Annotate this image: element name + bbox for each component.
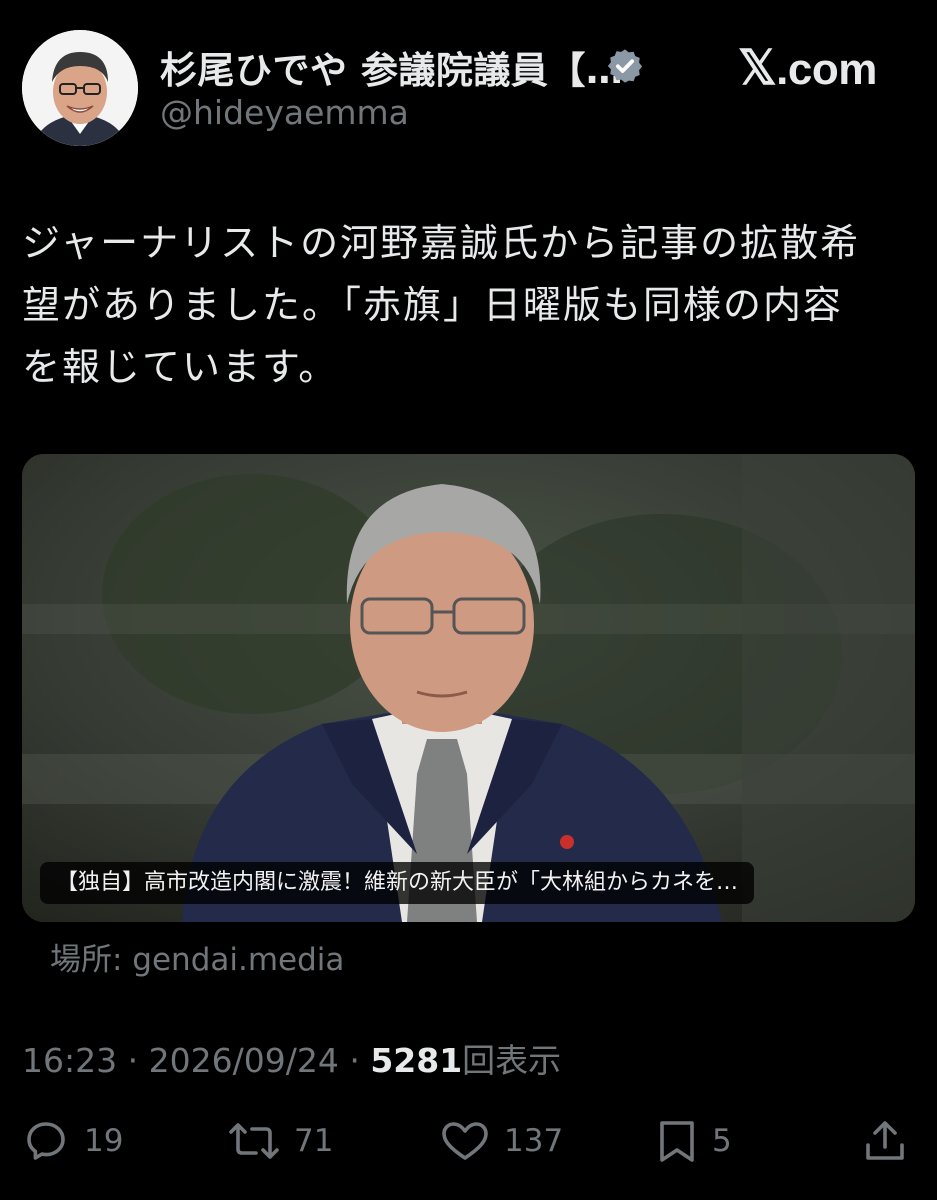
card-title[interactable]: 【独自】高市改造内閣に激震！維新の新大臣が「大林組からカネを… (40, 862, 755, 904)
bookmark-count: 5 (712, 1123, 732, 1159)
user-handle[interactable]: @hideyaemma (160, 93, 409, 132)
card-photo (22, 454, 915, 922)
display-name[interactable]: 杉尾ひでや 参議院議員【… (160, 40, 623, 94)
tweet-text: ジャーナリストの河野嘉誠氏から記事の拡散希 望がありました。「赤旗」日曜版も同様… (22, 212, 912, 398)
tweet-meta: 16:23 · 2026/09/24 · 5281回表示 (22, 1034, 561, 1082)
card-source[interactable]: 場所: gendai.media (50, 934, 344, 979)
tweet-time[interactable]: 16:23 (22, 1041, 117, 1080)
tweet-text-line: ジャーナリストの河野嘉誠氏から記事の拡散希 (22, 221, 861, 265)
views-label: 回表示 (462, 1041, 562, 1080)
reply-count: 19 (84, 1123, 124, 1159)
like-count: 137 (504, 1123, 564, 1159)
repost-count: 71 (294, 1123, 334, 1159)
reply-button[interactable]: 19 (22, 1116, 123, 1166)
link-card[interactable] (22, 454, 915, 922)
share-icon (866, 1121, 904, 1160)
meta-separator: · (127, 1041, 139, 1080)
tweet-text-line: 望がありました。「赤旗」日曜版も同様の内容 (22, 283, 844, 327)
reply-icon (27, 1122, 65, 1160)
tweet-screenshot: 杉尾ひでや 参議院議員【… @hideyaemma 𝕏.com ジャーナリストの… (0, 0, 937, 1200)
views-count: 5281 (370, 1041, 463, 1080)
tweet-date[interactable]: 2026/09/24 (149, 1041, 339, 1080)
tweet-text-line: を報じています。 (22, 345, 339, 389)
avatar[interactable] (22, 30, 138, 146)
like-button[interactable]: 137 (440, 1116, 563, 1166)
repost-icon (229, 1123, 279, 1159)
meta-separator: · (349, 1041, 360, 1080)
repost-button[interactable]: 71 (228, 1116, 333, 1166)
bookmark-icon (660, 1121, 694, 1162)
share-button[interactable] (862, 1116, 908, 1166)
bookmark-button[interactable]: 5 (656, 1116, 732, 1166)
site-brand-suffix: .com (776, 45, 877, 94)
verified-badge-icon (607, 49, 643, 83)
like-icon (442, 1122, 488, 1160)
avatar-portrait (22, 30, 138, 146)
site-brand: 𝕏.com (738, 40, 877, 96)
x-logo-icon: 𝕏 (738, 42, 777, 95)
